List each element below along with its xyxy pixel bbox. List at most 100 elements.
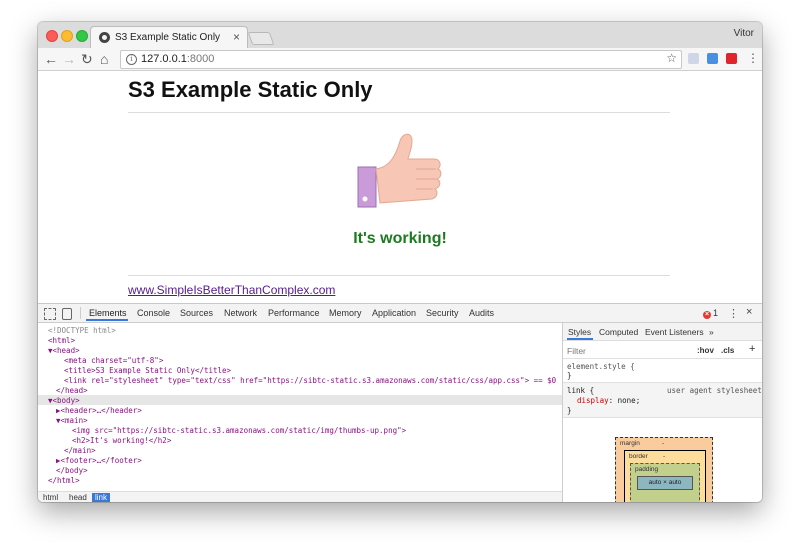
tab-performance[interactable]: Performance — [268, 308, 320, 318]
bookmark-star-icon[interactable]: ☆ — [666, 51, 677, 65]
element-style-open[interactable]: element.style { — [567, 362, 635, 371]
styles-filter-input[interactable]: Filter — [567, 346, 586, 356]
tab-security[interactable]: Security — [426, 308, 459, 318]
home-icon[interactable]: ⌂ — [100, 50, 108, 68]
back-icon[interactable]: ← — [44, 50, 58, 68]
inspect-element-icon[interactable] — [44, 308, 56, 320]
element-style-close: } — [567, 371, 572, 380]
devtools-menu-icon[interactable]: ⋮ — [728, 307, 739, 320]
code-line[interactable]: </html> — [48, 476, 80, 486]
reload-icon[interactable]: ↻ — [81, 50, 93, 68]
maximize-window-button[interactable] — [76, 30, 88, 42]
code-line[interactable]: ▼<main> — [56, 416, 88, 426]
tab-application[interactable]: Application — [372, 308, 416, 318]
code-line[interactable]: ▼<head> — [48, 346, 80, 356]
cls-toggle[interactable]: .cls — [721, 346, 734, 355]
ua-source-label: user agent stylesheet — [667, 386, 762, 395]
extension-youtube-icon[interactable] — [726, 53, 737, 64]
divider — [128, 275, 670, 276]
tab-memory[interactable]: Memory — [329, 308, 362, 318]
code-line[interactable]: <title>S3 Example Static Only</title> — [64, 366, 231, 376]
box-model-content[interactable]: auto × auto — [637, 476, 693, 490]
code-line[interactable]: </body> — [56, 466, 88, 476]
styles-pane: Styles Computed Event Listeners » Filter… — [562, 323, 762, 502]
title-bar: S3 Example Static Only × Vitor — [38, 22, 762, 49]
active-tab-indicator — [86, 319, 128, 321]
code-line-selected[interactable]: <link rel="stylesheet" type="text/css" h… — [64, 376, 556, 386]
box-model-margin[interactable]: margin - border - padding auto × auto — [615, 437, 713, 502]
code-line[interactable]: <!DOCTYPE html> — [48, 326, 116, 336]
footer-link[interactable]: www.SimpleIsBetterThanComplex.com — [128, 283, 335, 297]
toolbar-separator — [80, 307, 81, 319]
code-line[interactable]: <h2>It's working!</h2> — [72, 436, 171, 446]
minimize-window-button[interactable] — [61, 30, 73, 42]
code-line[interactable]: ▶<footer>…</footer> — [56, 456, 142, 466]
status-heading: It's working! — [353, 230, 447, 247]
tab-audits[interactable]: Audits — [469, 308, 494, 318]
tab-close-icon[interactable]: × — [233, 30, 240, 44]
tab-computed[interactable]: Computed — [599, 327, 638, 337]
browser-window: S3 Example Static Only × Vitor ← → ↻ ⌂ i… — [38, 22, 762, 502]
more-tabs-icon[interactable]: » — [709, 327, 714, 337]
border-label: border — [629, 453, 648, 460]
browser-tab[interactable]: S3 Example Static Only × — [90, 26, 248, 49]
new-rule-button[interactable]: + — [749, 343, 755, 355]
breadcrumb-link[interactable]: link — [92, 493, 111, 502]
error-icon: × — [703, 311, 711, 319]
devtools-close-icon[interactable]: × — [746, 306, 752, 318]
margin-label: margin — [620, 440, 640, 447]
hov-toggle[interactable]: :hov — [697, 346, 714, 355]
ua-rule-selector: link { — [567, 386, 595, 395]
border-top-value: - — [663, 453, 666, 460]
devtools-tab-bar: Elements Console Sources Network Perform… — [38, 304, 762, 323]
profile-name[interactable]: Vitor — [734, 28, 754, 39]
extension-code-icon[interactable] — [688, 53, 699, 64]
code-line[interactable]: </head> — [56, 386, 88, 396]
browser-toolbar: ← → ↻ ⌂ i 127.0.0.1:8000 ☆ ⋮ — [38, 48, 762, 71]
code-line[interactable]: ▶<header>…</header> — [56, 406, 142, 416]
elements-tree: <!DOCTYPE html> <html> ▼<head> <meta cha… — [38, 323, 562, 491]
page-title: S3 Example Static Only — [128, 77, 373, 102]
divider — [563, 358, 762, 359]
close-window-button[interactable] — [46, 30, 58, 42]
styles-tab-bar: Styles Computed Event Listeners » — [563, 323, 762, 341]
box-model-padding[interactable]: padding auto × auto — [630, 463, 700, 502]
browser-menu-icon[interactable]: ⋮ — [747, 51, 759, 65]
selected-node-highlight — [38, 395, 562, 405]
forward-icon[interactable]: → — [62, 50, 76, 68]
padding-label: padding — [635, 466, 659, 473]
code-line[interactable]: <html> — [48, 336, 75, 346]
tab-styles[interactable]: Styles — [568, 327, 591, 337]
breadcrumb-head[interactable]: head — [66, 493, 90, 502]
divider — [128, 112, 670, 113]
thumbs-up-icon — [357, 133, 442, 208]
tab-elements[interactable]: Elements — [89, 308, 127, 318]
tab-console[interactable]: Console — [137, 308, 170, 318]
ua-rule-declaration: display: none; — [577, 396, 641, 405]
info-icon[interactable]: i — [126, 54, 137, 65]
tab-title: S3 Example Static Only — [115, 32, 221, 43]
page-content: S3 Example Static Only It's working! www… — [38, 71, 762, 303]
error-badge[interactable]: × 1 — [703, 308, 718, 319]
tab-network[interactable]: Network — [224, 308, 257, 318]
tab-event-listeners[interactable]: Event Listeners — [645, 327, 704, 337]
code-line[interactable]: <meta charset="utf-8"> — [64, 356, 163, 366]
new-tab-button[interactable] — [247, 32, 275, 45]
margin-top-value: - — [662, 440, 665, 447]
code-line[interactable]: <img src="https://sibtc-static.s3.amazon… — [72, 426, 406, 436]
code-line[interactable]: </main> — [64, 446, 96, 456]
address-bar[interactable]: i 127.0.0.1:8000 ☆ — [120, 50, 682, 69]
breadcrumb-html[interactable]: html — [40, 493, 61, 502]
devtools-panel: Elements Console Sources Network Perform… — [38, 303, 762, 502]
extension-window-icon[interactable] — [707, 53, 718, 64]
divider — [563, 417, 762, 418]
tab-sources[interactable]: Sources — [180, 308, 213, 318]
url-text[interactable]: 127.0.0.1:8000 — [141, 53, 214, 65]
divider — [563, 382, 762, 383]
tab-favicon-icon — [99, 32, 110, 43]
code-line[interactable]: ▼<body> — [48, 396, 80, 406]
ua-rule-close: } — [567, 406, 572, 415]
box-model-border[interactable]: border - padding auto × auto — [624, 450, 706, 502]
breadcrumb: html head link — [38, 491, 562, 502]
device-toolbar-icon[interactable] — [62, 308, 72, 320]
